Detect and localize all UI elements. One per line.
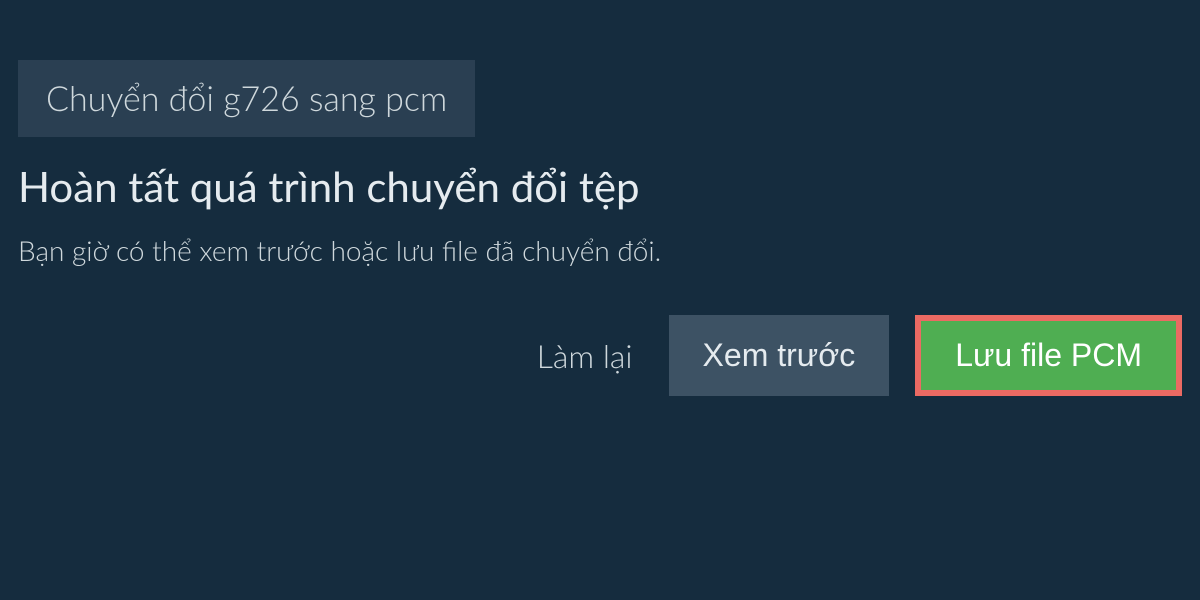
preview-button[interactable]: Xem trước [669,315,890,396]
tab-bar: Chuyển đổi g726 sang pcm [0,0,1200,137]
tab-convert[interactable]: Chuyển đổi g726 sang pcm [18,60,475,137]
action-row: Làm lại Xem trước Lưu file PCM [0,267,1200,396]
save-button[interactable]: Lưu file PCM [915,315,1182,396]
main-container: Chuyển đổi g726 sang pcm Hoàn tất quá tr… [0,0,1200,396]
tab-label: Chuyển đổi g726 sang pcm [46,78,447,119]
redo-link[interactable]: Làm lại [537,336,633,375]
content-area: Hoàn tất quá trình chuyển đổi tệp Bạn gi… [0,137,1200,267]
completion-heading: Hoàn tất quá trình chuyển đổi tệp [18,161,1182,211]
completion-description: Bạn giờ có thể xem trước hoặc lưu file đ… [18,233,1182,267]
